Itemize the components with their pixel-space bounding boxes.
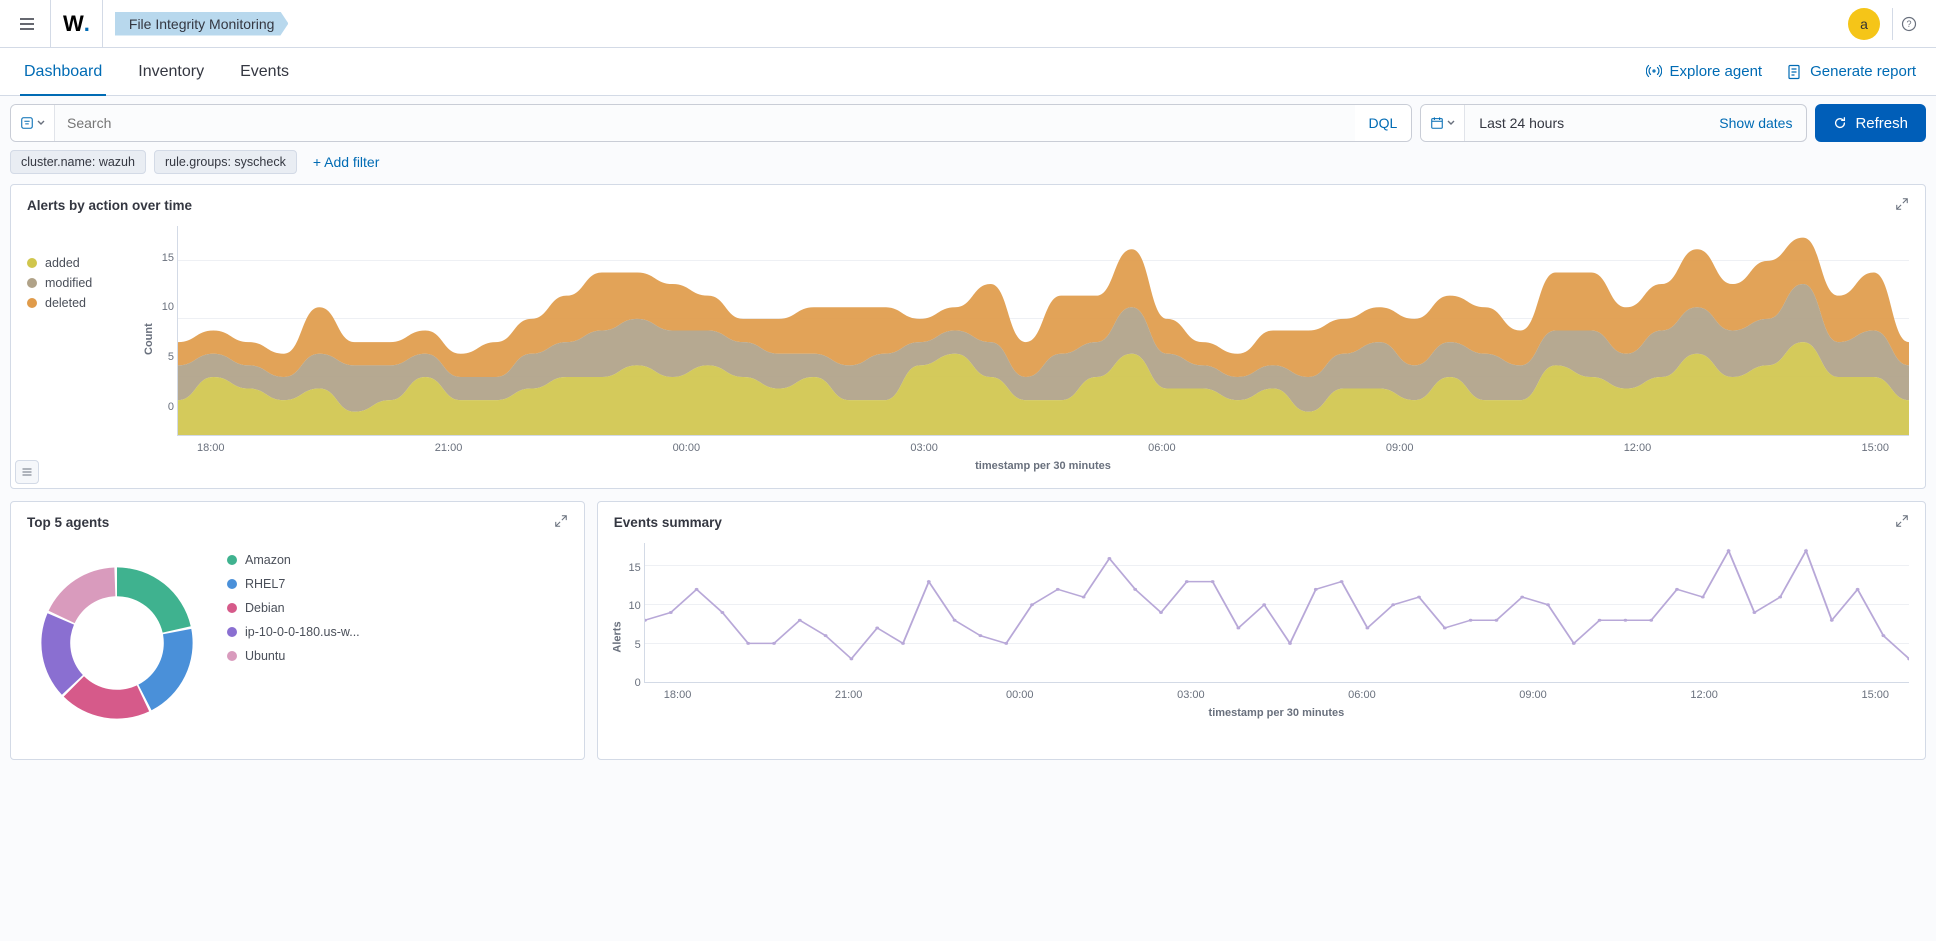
search-box: DQL [10,104,1412,142]
y-tick: 5 [168,351,174,363]
legend-dot [227,555,237,565]
search-filter-toggle[interactable] [11,105,55,141]
panel-top-agents: Top 5 agents Amazon RHEL7 Debian ip-10-0… [10,501,585,760]
date-range-value[interactable]: Last 24 hours [1465,105,1705,141]
legend-label: Ubuntu [245,649,285,663]
legend-label: added [45,256,80,270]
panel-title: Events summary [614,515,722,530]
menu-toggle[interactable] [12,0,42,48]
expand-icon[interactable] [554,514,568,531]
avatar[interactable]: a [1848,8,1880,40]
y-tick: 10 [162,301,174,313]
donut-legend: Amazon RHEL7 Debian ip-10-0-0-180.us-w..… [227,553,568,673]
refresh-icon [1833,116,1847,130]
refresh-button[interactable]: Refresh [1815,104,1926,142]
generate-report-label: Generate report [1810,63,1916,80]
search-input[interactable] [55,105,1355,141]
legend-dot [227,603,237,613]
legend-dot [227,651,237,661]
donut-chart[interactable] [27,553,207,733]
svg-text:?: ? [1906,19,1911,29]
refresh-label: Refresh [1855,115,1908,132]
x-axis-label: timestamp per 30 minutes [644,707,1909,719]
legend-label: Debian [245,601,285,615]
explore-agent-label: Explore agent [1670,63,1763,80]
filter-icon [20,116,34,130]
legend-label: Amazon [245,553,291,567]
legend-dot [227,627,237,637]
y-tick: 0 [168,401,174,413]
panel-title: Alerts by action over time [27,198,192,213]
tab-events[interactable]: Events [236,48,293,96]
hamburger-icon [19,16,35,32]
broadcast-icon [1646,64,1662,80]
legend-item[interactable]: ip-10-0-0-180.us-w... [227,625,568,639]
tab-inventory[interactable]: Inventory [134,48,208,96]
legend-label: ip-10-0-0-180.us-w... [245,625,360,639]
legend-item-modified[interactable]: modified [27,276,177,290]
legend-dot [227,579,237,589]
explore-agent-link[interactable]: Explore agent [1646,63,1763,80]
document-icon [1786,64,1802,80]
logo[interactable]: W. [50,0,103,48]
y-tick: 10 [629,600,641,612]
legend-item[interactable]: Amazon [227,553,568,567]
panel-alerts-over-time: Alerts by action over time added modifie… [10,184,1926,489]
filter-pill[interactable]: rule.groups: syscheck [154,150,297,174]
x-axis-ticks: 18:0021:0000:0003:0006:0009:0012:0015:00 [644,689,1909,701]
breadcrumb-item[interactable]: File Integrity Monitoring [115,12,289,36]
add-filter-link[interactable]: + Add filter [305,150,388,174]
help-icon[interactable]: ? [1892,8,1924,40]
generate-report-link[interactable]: Generate report [1786,63,1916,80]
legend-dot [27,278,37,288]
chevron-down-icon [1447,119,1455,127]
legend-dot [27,258,37,268]
legend-item-added[interactable]: added [27,256,177,270]
legend-label: modified [45,276,92,290]
y-tick: 5 [635,639,641,651]
breadcrumb: File Integrity Monitoring [115,12,289,36]
expand-icon[interactable] [1895,514,1909,531]
y-tick: 0 [635,677,641,689]
y-tick: 15 [162,252,174,264]
calendar-icon [1430,116,1444,130]
area-chart[interactable]: 0 5 10 15 [177,226,1909,436]
line-chart[interactable]: 0 5 10 15 [644,543,1909,683]
y-axis-label: Count [143,323,155,355]
show-dates-link[interactable]: Show dates [1705,105,1806,141]
date-quick-select[interactable] [1421,105,1465,141]
legend-label: deleted [45,296,86,310]
y-tick: 15 [629,562,641,574]
legend-label: RHEL7 [245,577,285,591]
expand-icon[interactable] [1895,197,1909,214]
legend-item-deleted[interactable]: deleted [27,296,177,310]
panel-events-summary: Events summary Alerts 0 5 10 15 [597,501,1926,760]
dql-toggle[interactable]: DQL [1355,105,1412,141]
filter-pill[interactable]: cluster.name: wazuh [10,150,146,174]
legend-item[interactable]: Debian [227,601,568,615]
legend-dot [27,298,37,308]
legend-item[interactable]: Ubuntu [227,649,568,663]
legend-item[interactable]: RHEL7 [227,577,568,591]
chevron-down-icon [37,119,45,127]
tab-dashboard[interactable]: Dashboard [20,48,106,96]
date-picker: Last 24 hours Show dates [1420,104,1807,142]
x-axis-label: timestamp per 30 minutes [177,460,1909,472]
panel-title: Top 5 agents [27,515,109,530]
x-axis-ticks: 18:0021:0000:0003:0006:0009:0012:0015:00 [177,442,1909,454]
list-toggle-icon[interactable] [15,460,39,484]
